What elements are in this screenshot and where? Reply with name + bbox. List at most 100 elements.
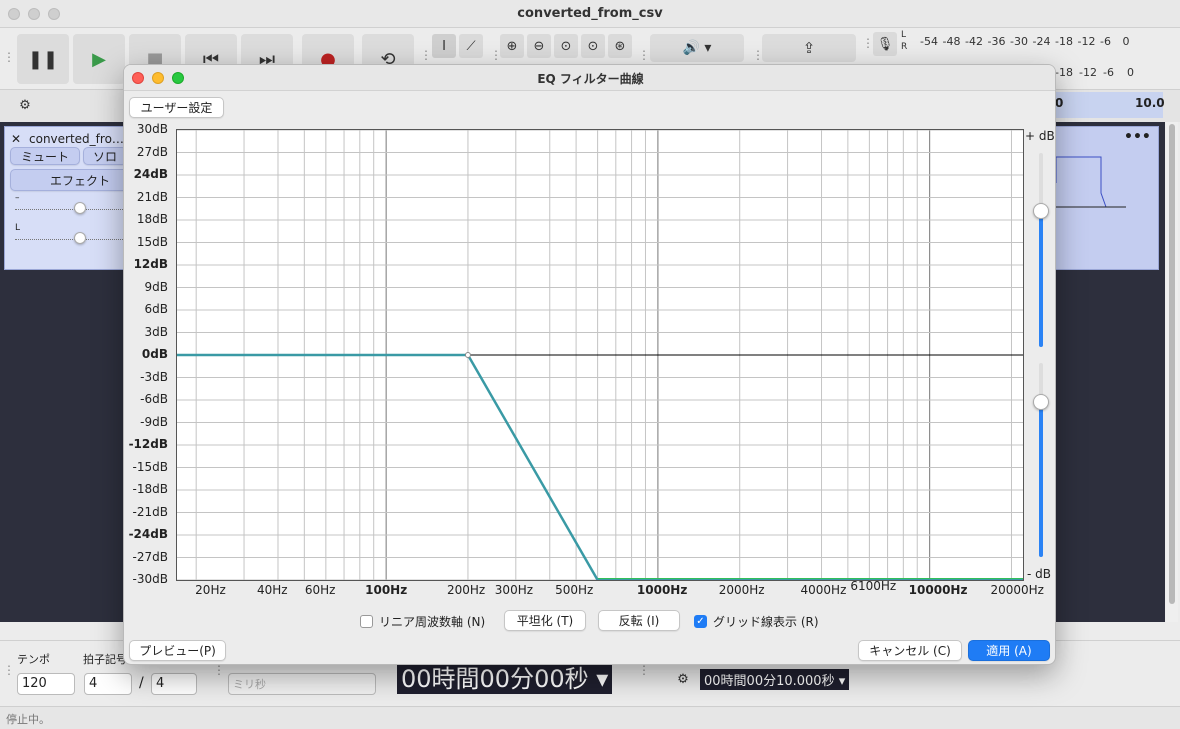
pan-slider-label: L: [15, 223, 21, 233]
toolbar-grip-audio[interactable]: ⋮: [638, 48, 650, 62]
selection-tool-button[interactable]: I: [432, 34, 456, 58]
y-tick-label: 9dB: [144, 279, 168, 294]
solo-button[interactable]: ソロ: [83, 147, 127, 165]
eq-curve-svg[interactable]: [177, 129, 1023, 582]
selection-grip[interactable]: ⋮: [638, 663, 650, 677]
selection-time-value: 00時間00分10.000秒: [704, 674, 835, 689]
meter-tick-label: 0: [1122, 35, 1130, 48]
snap-grip[interactable]: ⋮: [213, 663, 225, 677]
gear-icon: ⚙: [19, 97, 31, 113]
toolbar-grip-tools[interactable]: ⋮: [420, 48, 432, 62]
selection-settings-button[interactable]: ⚙: [671, 667, 695, 691]
eq-curve-plot[interactable]: [176, 129, 1024, 582]
fit-project-button[interactable]: ⊙: [581, 34, 605, 58]
mute-label: ミュート: [20, 149, 69, 164]
meter-tick-label: -12: [1079, 66, 1097, 79]
scrollbar-thumb[interactable]: [1169, 124, 1175, 604]
y-axis-labels: 30dB 27dB 24dB 21dB 18dB 15dB 12dB 9dB 6dB 3dB 0dB…: [124, 65, 174, 664]
fit-selection-button[interactable]: ⊙: [554, 34, 578, 58]
play-button[interactable]: ▶: [73, 34, 125, 84]
track-name[interactable]: converted_fro…: [29, 132, 124, 146]
zoom-out-button[interactable]: ⊖: [527, 34, 551, 58]
flatten-button[interactable]: 平坦化 (T): [504, 610, 586, 631]
vertical-scrollbar[interactable]: [1166, 122, 1178, 622]
fit-selection-icon: ⊙: [560, 38, 572, 54]
record-meter-scale[interactable]: -54 -48 -42 -36 -30 -24 -18 -12 -6 0: [920, 35, 1150, 49]
selection-time-display[interactable]: 00時間00分10.000秒 ▾: [700, 669, 850, 690]
upper-db-slider-knob[interactable]: [1033, 203, 1049, 220]
status-text: 停止中。: [6, 713, 50, 726]
gear-icon: ⚙: [677, 671, 689, 687]
x-tick-label: 40Hz: [256, 583, 288, 597]
track-control-panel: ✕ converted_fro… ミュート ソロ エフェクト – L: [4, 126, 150, 270]
grid-lines-checkbox[interactable]: ✓ グリッド線表示 (R): [694, 613, 819, 630]
beats-value: 4: [89, 676, 98, 691]
pause-button[interactable]: ❚❚: [17, 34, 69, 84]
meter-tick-label: -6: [1103, 66, 1114, 79]
record-meter-button[interactable]: 🎙: [873, 32, 897, 56]
mute-button[interactable]: ミュート: [10, 147, 80, 165]
play-icon: ▶: [92, 48, 106, 70]
snap-select[interactable]: ミリ秒: [228, 673, 376, 695]
x-tick-label: 60Hz: [304, 583, 336, 597]
envelope-icon: ⟋: [466, 38, 476, 54]
linear-frequency-checkbox[interactable]: リニア周波数軸 (N): [360, 613, 485, 630]
lower-db-slider-knob[interactable]: [1033, 393, 1049, 410]
invert-button[interactable]: 反転 (I): [598, 610, 680, 631]
share-icon: ⇪: [802, 39, 816, 57]
eq-control-point: [464, 352, 471, 358]
y-tick-label: -9dB: [140, 414, 168, 429]
y-tick-label: 12dB: [133, 257, 168, 271]
apply-button[interactable]: 適用 (A): [968, 640, 1050, 661]
grid-lines-box[interactable]: ✓: [694, 615, 707, 628]
time-display-value: 00時間00分00秒: [401, 665, 589, 693]
meter-tick-label: -18: [1055, 66, 1073, 79]
envelope-tool-button[interactable]: ⟋: [459, 34, 483, 58]
minus-db-label: - dB: [1027, 567, 1051, 581]
track-clip[interactable]: •••: [1055, 126, 1159, 270]
window-title: converted_from_csv: [517, 6, 663, 21]
y-tick-label: -24dB: [128, 527, 168, 541]
tempo-input[interactable]: 120: [17, 673, 75, 695]
y-tick-label: 15dB: [136, 234, 168, 249]
gain-slider-track[interactable]: [15, 209, 127, 210]
audio-setup-button[interactable]: 🔊 ▾: [650, 34, 744, 62]
beats-input[interactable]: 4: [84, 673, 132, 695]
dialog-title: EQ フィルター曲線: [537, 72, 644, 86]
preview-button[interactable]: プレビュー(P): [129, 640, 226, 661]
x-tick-label: 2000Hz: [718, 583, 765, 597]
timeline-ruler[interactable]: 0 10.0: [1055, 92, 1165, 118]
x-tick-label: 10000Hz: [908, 583, 968, 597]
y-tick-label: -6dB: [140, 392, 168, 406]
pan-slider-track[interactable]: [15, 239, 127, 240]
meter-tick-label: -30: [1010, 35, 1028, 48]
pan-slider-knob[interactable]: [74, 232, 86, 244]
timeline-settings-button[interactable]: ⚙: [13, 93, 37, 117]
dialog-titlebar: EQ フィルター曲線: [124, 65, 1055, 91]
solo-label: ソロ: [92, 149, 117, 164]
x-tick-label: 100Hz: [365, 583, 408, 597]
gain-slider-knob[interactable]: [74, 202, 86, 214]
toolbar-grip-meter[interactable]: ⋮: [862, 36, 874, 50]
tempo-value: 120: [22, 676, 47, 691]
zoom-toggle-button[interactable]: ⊛: [608, 34, 632, 58]
meter-tick-label: -42: [965, 35, 983, 48]
time-signature-label: 拍子記号: [83, 653, 127, 666]
apply-label: 適用 (A): [986, 644, 1032, 658]
y-tick-label: -30dB: [132, 572, 168, 586]
y-tick-label: 21dB: [136, 189, 168, 204]
meter-tick-label: -6: [1100, 35, 1111, 48]
share-audio-button[interactable]: ⇪: [762, 34, 856, 62]
beat-unit-value: 4: [156, 676, 165, 691]
cancel-button[interactable]: キャンセル (C): [858, 640, 962, 661]
playback-meter-scale[interactable]: -18 -12 -6 0: [1055, 66, 1155, 80]
bottom-grip[interactable]: ⋮: [3, 663, 15, 677]
toolbar-grip[interactable]: ⋮: [3, 50, 15, 64]
beat-unit-select[interactable]: 4: [151, 673, 197, 695]
x-tick-label: 20Hz: [195, 583, 226, 597]
clip-waveform: [1056, 156, 1126, 208]
linear-frequency-box[interactable]: [360, 615, 373, 628]
zoom-in-button[interactable]: ⊕: [500, 34, 524, 58]
effects-label: エフェクト: [49, 173, 110, 188]
close-track-icon[interactable]: ✕: [11, 132, 21, 146]
